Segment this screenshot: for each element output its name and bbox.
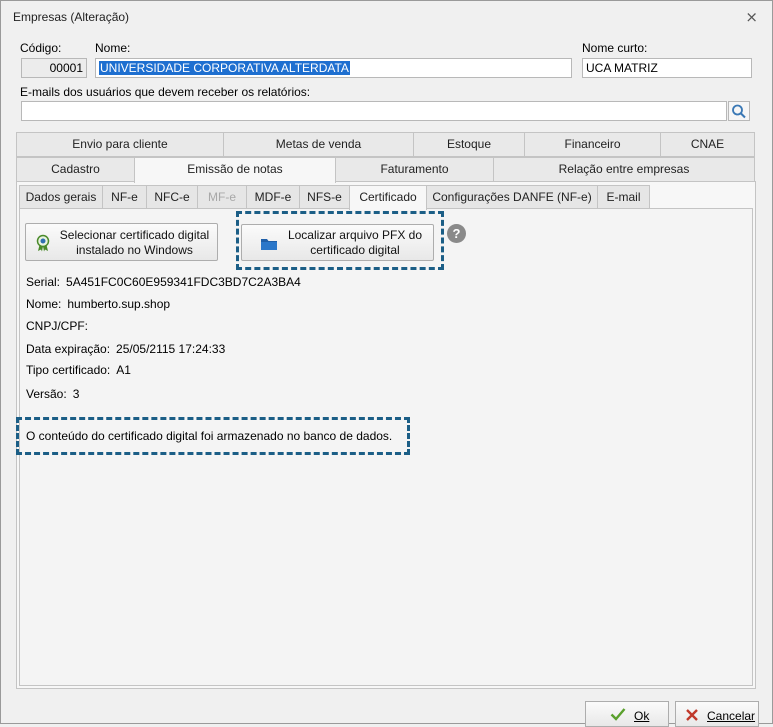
tab-faturamento[interactable]: Faturamento (335, 157, 494, 182)
subtab-email[interactable]: E-mail (597, 185, 650, 209)
expiracao-value: 25/05/2115 17:24:33 (116, 342, 226, 356)
dialog-window: Empresas (Alteração) ⨯ Código: 00001 Nom… (0, 0, 773, 727)
cnpj-row: CNPJ/CPF: (26, 319, 94, 333)
search-button[interactable] (728, 101, 750, 121)
nome-curto-label: Nome curto: (582, 41, 648, 55)
tipo-row: Tipo certificado: A1 (26, 363, 131, 377)
search-icon (732, 104, 746, 119)
select-cert-line2: instalado no Windows (76, 243, 193, 257)
cancel-label: Cancelar (707, 709, 756, 723)
tab-financeiro[interactable]: Financeiro (524, 132, 661, 157)
subtab-certificado[interactable]: Certificado (349, 185, 427, 210)
ok-button[interactable]: Ok (585, 701, 669, 727)
tipo-value: A1 (116, 363, 131, 377)
nome-curto-field[interactable]: UCA MATRIZ (582, 58, 752, 78)
title-bar: Empresas (Alteração) ⨯ (1, 1, 772, 33)
tipo-label: Tipo certificado: (26, 363, 111, 377)
tab-estoque[interactable]: Estoque (413, 132, 525, 157)
emails-field[interactable] (21, 101, 727, 121)
select-cert-line1: Selecionar certificado digital (59, 228, 210, 242)
tab-relacao-entre-empresas[interactable]: Relação entre empresas (493, 157, 755, 182)
cert-nome-row: Nome: humberto.sup.shop (26, 297, 170, 311)
codigo-label: Código: (20, 41, 62, 55)
codigo-field[interactable]: 00001 (21, 58, 87, 78)
subtab-nfe[interactable]: NF-e (102, 185, 147, 209)
cancel-button[interactable]: Cancelar (675, 701, 759, 727)
versao-row: Versão: 3 (26, 387, 79, 401)
highlight-locate-pfx (236, 211, 444, 270)
serial-row: Serial: 5A451FC0C60E959341FDC3BD7C2A3BA4 (26, 275, 301, 289)
subtab-dados-gerais[interactable]: Dados gerais (19, 185, 103, 209)
nome-value: UNIVERSIDADE CORPORATIVA ALTERDATA (99, 61, 350, 75)
certificate-ribbon-icon (36, 234, 50, 252)
check-icon (610, 708, 626, 721)
emails-label: E-mails dos usuários que devem receber o… (20, 85, 311, 99)
nome-field[interactable]: UNIVERSIDADE CORPORATIVA ALTERDATA (95, 58, 572, 78)
versao-value: 3 (72, 387, 80, 401)
subtab-mfe: MF-e (197, 185, 247, 209)
serial-label: Serial: (26, 275, 61, 289)
expiracao-row: Data expiração: 25/05/2115 17:24:33 (26, 342, 225, 356)
subtab-mdfe[interactable]: MDF-e (246, 185, 300, 209)
tab-envio-para-cliente[interactable]: Envio para cliente (16, 132, 224, 157)
close-icon[interactable]: ⨯ (745, 8, 758, 26)
help-icon[interactable]: ? (447, 224, 466, 243)
highlight-status-message (16, 417, 410, 455)
tab-emissao-de-notas[interactable]: Emissão de notas (134, 157, 336, 183)
tab-metas-de-venda[interactable]: Metas de venda (223, 132, 414, 157)
serial-value: 5A451FC0C60E959341FDC3BD7C2A3BA4 (66, 275, 301, 289)
select-windows-certificate-button[interactable]: Selecionar certificado digital instalado… (25, 223, 218, 261)
versao-label: Versão: (26, 387, 67, 401)
expiracao-label: Data expiração: (26, 342, 111, 356)
tab-cnae[interactable]: CNAE (660, 132, 755, 157)
cancel-x-icon (686, 709, 698, 721)
ok-label: Ok (634, 709, 650, 723)
subtab-nfse[interactable]: NFS-e (299, 185, 350, 209)
cert-nome-value: humberto.sup.shop (67, 297, 171, 311)
subtab-nfce[interactable]: NFC-e (146, 185, 198, 209)
subtab-configuracoes-danfe[interactable]: Configurações DANFE (NF-e) (426, 185, 598, 209)
tab-cadastro[interactable]: Cadastro (16, 157, 135, 182)
nome-label: Nome: (95, 41, 131, 55)
window-title: Empresas (Alteração) (13, 10, 130, 24)
cnpj-label: CNPJ/CPF: (26, 319, 89, 333)
cert-nome-label: Nome: (26, 297, 62, 311)
